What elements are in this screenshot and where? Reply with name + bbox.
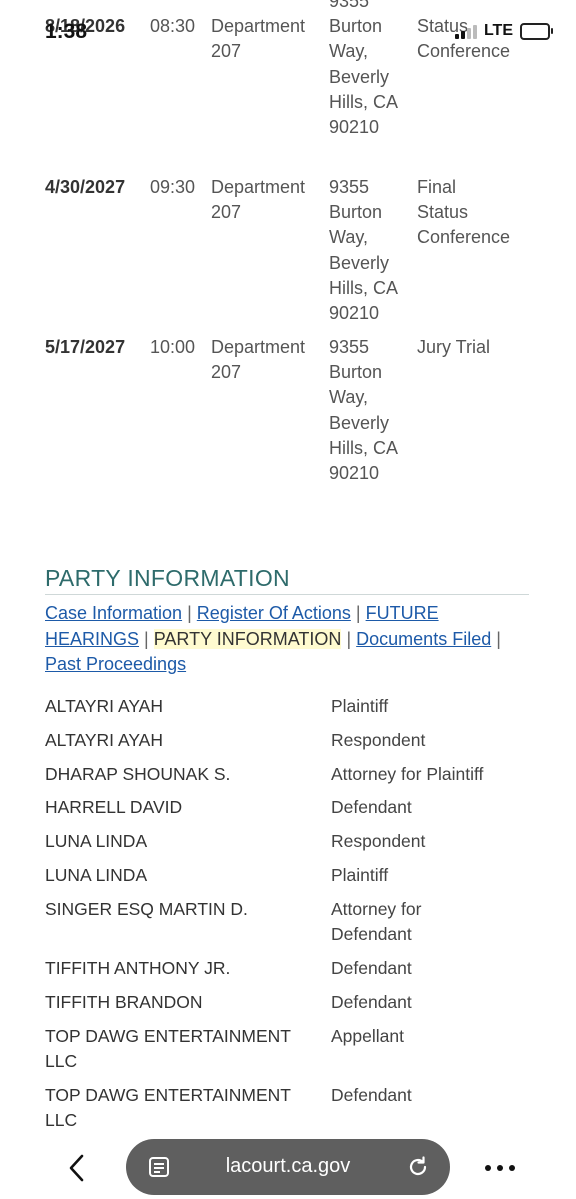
- party-role: Respondent: [331, 831, 426, 851]
- hearing-type: Jury Trial: [417, 337, 491, 357]
- nav-party-information[interactable]: PARTY INFORMATION: [153, 628, 342, 649]
- party-role: Appellant: [331, 1026, 404, 1046]
- url-text: lacourt.ca.gov: [225, 1155, 351, 1177]
- hearing-address: 9355 Burton Way, Beverly Hills, CA 90210: [329, 177, 399, 324]
- status-indicators: LTE: [454, 22, 553, 40]
- party-role: Plaintiff: [331, 865, 389, 885]
- hearing-department: Department 207: [211, 337, 306, 383]
- party-role: Defendant: [331, 1085, 412, 1105]
- party-role: Defendant: [331, 992, 412, 1012]
- party-role: Attorney for Defendant: [331, 899, 422, 944]
- battery-icon: [520, 22, 553, 40]
- browser-toolbar: lacourt.ca.gov: [0, 1130, 576, 1199]
- nav-separator: |: [187, 603, 192, 623]
- network-label: LTE: [483, 22, 513, 39]
- party-role: Attorney for Plaintiff: [331, 764, 484, 784]
- nav-register-of-actions[interactable]: Register Of Actions: [197, 603, 351, 623]
- section-title: PARTY INFORMATION: [45, 565, 290, 591]
- nav-separator: |: [496, 628, 501, 649]
- nav-separator: |: [346, 628, 352, 649]
- nav-separator: |: [144, 628, 149, 649]
- party-role: Defendant: [331, 958, 412, 978]
- nav-documents-filed[interactable]: Documents Filed: [356, 629, 491, 649]
- reload-icon[interactable]: [406, 1155, 430, 1179]
- nav-past-proceedings[interactable]: Past Proceedings: [45, 654, 186, 674]
- hearing-date: 4/30/2027: [45, 177, 126, 197]
- party-role: Plaintiff: [331, 696, 389, 716]
- nav-separator: |: [355, 603, 361, 623]
- party-name: LUNA LINDA: [45, 831, 148, 851]
- status-bar: 1:38 LTE: [0, 0, 576, 62]
- back-button[interactable]: [52, 1146, 102, 1190]
- party-name: LUNA LINDA: [45, 865, 148, 885]
- signal-icon: [454, 23, 477, 39]
- party-name: DHARAP SHOUNAK S.: [45, 764, 231, 784]
- nav-case-information[interactable]: Case Information: [45, 603, 182, 623]
- more-dots-icon[interactable]: [470, 1148, 530, 1188]
- party-name: TIFFITH ANTHONY JR.: [45, 958, 231, 978]
- chevron-left-icon: [69, 1154, 84, 1182]
- hearing-time: 09:30: [150, 177, 196, 197]
- hearing-department: Department 207: [211, 177, 306, 223]
- section-divider: [45, 594, 529, 595]
- party-name: TIFFITH BRANDON: [45, 992, 203, 1012]
- case-nav: Case Information | Register Of Actions |…: [45, 601, 535, 678]
- nav-future-hearings-label: HEARINGS: [45, 628, 140, 649]
- party-name: TOP DAWG ENTERTAINMENT LLC: [45, 1085, 291, 1130]
- party-role: Respondent: [331, 730, 426, 750]
- status-time: 1:38: [45, 20, 88, 43]
- party-name: HARRELL DAVID: [45, 797, 183, 817]
- hearing-type: Final Status Conference: [417, 177, 511, 248]
- hearing-time: 10:00: [150, 337, 196, 357]
- party-role: Defendant: [331, 797, 412, 817]
- party-name: ALTAYRI AYAH: [45, 730, 163, 750]
- address-bar[interactable]: lacourt.ca.gov: [126, 1139, 450, 1195]
- party-name: TOP DAWG ENTERTAINMENT LLC: [45, 1026, 291, 1071]
- hearing-date: 5/17/2027: [45, 337, 126, 357]
- nav-future-hearings-label: FUTURE: [365, 603, 439, 623]
- hearing-address: 9355 Burton Way, Beverly Hills, CA 90210: [329, 337, 399, 484]
- party-name: ALTAYRI AYAH: [45, 696, 163, 716]
- party-name: SINGER ESQ MARTIN D.: [45, 899, 248, 919]
